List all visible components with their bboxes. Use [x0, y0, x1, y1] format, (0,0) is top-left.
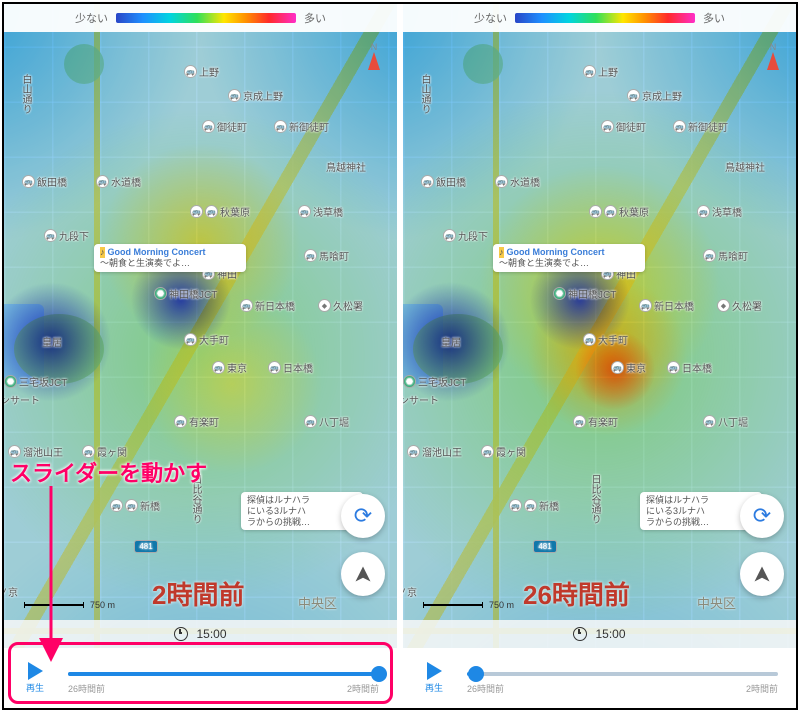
poi-station-tokyo[interactable]: 🚌東京: [611, 360, 646, 375]
refresh-button[interactable]: ⟳: [740, 494, 784, 538]
poi-junction: ⬣神田橋JCT: [154, 286, 217, 301]
slider-knob[interactable]: [371, 666, 387, 682]
event-card[interactable]: ♪ Good Morning Concert ～朝食と生演奏でよ…: [493, 244, 645, 272]
route-shield: 481: [134, 540, 158, 553]
poi-station[interactable]: 🚌御徒町: [202, 119, 247, 134]
poi-station[interactable]: 🚌馬喰町: [703, 248, 748, 263]
poi-label: 皇居: [441, 334, 461, 349]
event-card[interactable]: ♪ Good Morning Concert ～朝食と生演奏でよ…: [94, 244, 246, 272]
time-slider[interactable]: [68, 672, 379, 676]
slider-tick-start: 26時間前: [68, 682, 105, 695]
screenshot-left: 少ない 多い N 白山通り 🚌上野 🚌京成上野 🚌御徒町 🚌新御徒町 🚌飯田橋 …: [4, 4, 397, 708]
slider-tick-start: 26時間前: [467, 682, 504, 695]
time-slider[interactable]: [467, 672, 778, 676]
poi-label: 鳥越神社: [725, 159, 765, 174]
poi-station[interactable]: 🚌浅草橋: [298, 204, 343, 219]
play-label: 再生: [26, 681, 44, 694]
poi-label: 白山通り: [417, 74, 432, 114]
poi-station[interactable]: 🚌九段下: [443, 228, 488, 243]
poi-station-ueno[interactable]: 🚌上野: [583, 64, 618, 79]
clock-icon: [573, 627, 587, 641]
poi-station[interactable]: 🚌京成上野: [228, 88, 283, 103]
legend-more-label: 多い: [304, 10, 326, 26]
poi-label: ◆久松署: [717, 298, 762, 313]
poi-station[interactable]: 🚌🚌秋葉原: [589, 204, 649, 219]
poi-station[interactable]: 🚌八丁堀: [703, 414, 748, 429]
slider-tick-end: 2時間前: [746, 682, 778, 695]
refresh-button[interactable]: ⟳: [341, 494, 385, 538]
poi-station[interactable]: 🚌溜池山王: [407, 444, 462, 459]
poi-station[interactable]: 🚌有楽町: [573, 414, 618, 429]
poi-station[interactable]: 🚌新日本橋: [639, 298, 694, 313]
annotation-slider-hint: スライダーを動かす: [10, 456, 207, 488]
poi-station[interactable]: 🚌九段下: [44, 228, 89, 243]
ward-label: 中央区: [697, 593, 736, 612]
density-legend: 少ない 多い: [4, 4, 397, 32]
poi-label: ンサート: [403, 392, 439, 407]
poi-station[interactable]: 🚌🚌新橋: [110, 498, 160, 513]
locate-button[interactable]: [740, 552, 784, 596]
poi-station[interactable]: 🚌有楽町: [174, 414, 219, 429]
locate-button[interactable]: [341, 552, 385, 596]
play-button[interactable]: [427, 662, 442, 680]
poi-station[interactable]: 🚌馬喰町: [304, 248, 349, 263]
poi-station[interactable]: 🚌日本橋: [268, 360, 313, 375]
slider-knob[interactable]: [468, 666, 484, 682]
poi-station[interactable]: 🚌大手町: [184, 332, 229, 347]
time-indicator: 15:00: [403, 620, 796, 648]
poi-station[interactable]: 🚌🚌新橋: [509, 498, 559, 513]
poi-label: 皇居: [42, 334, 62, 349]
poi-station[interactable]: 🚌大手町: [583, 332, 628, 347]
poi-label: 白山通り: [18, 74, 33, 114]
poi-station[interactable]: 🚌日本橋: [667, 360, 712, 375]
poi-label: ンサート: [4, 392, 40, 407]
poi-label: 日比谷通り: [587, 474, 602, 524]
poi-station[interactable]: 🚌飯田橋: [421, 174, 466, 189]
poi-label: ◆久松署: [318, 298, 363, 313]
poi-label: ノ京: [403, 584, 417, 599]
legend-gradient: [116, 13, 296, 23]
poi-station[interactable]: 🚌新御徒町: [673, 119, 728, 134]
poi-station[interactable]: 🚌水道橋: [96, 174, 141, 189]
play-label: 再生: [425, 681, 443, 694]
poi-station-ueno[interactable]: 🚌上野: [184, 64, 219, 79]
compass-icon[interactable]: N: [361, 42, 387, 76]
poi-station[interactable]: 🚌御徒町: [601, 119, 646, 134]
clock-icon: [174, 627, 188, 641]
poi-label: ノ京: [4, 584, 18, 599]
poi-station[interactable]: 🚌🚌秋葉原: [190, 204, 250, 219]
poi-label: 鳥越神社: [326, 159, 366, 174]
poi-station[interactable]: 🚌新御徒町: [274, 119, 329, 134]
annotation-time-left: 2時間前: [152, 575, 244, 612]
map-scale: 750 m: [423, 600, 514, 610]
poi-station[interactable]: 🚌八丁堀: [304, 414, 349, 429]
legend-less-label: 少ない: [75, 10, 108, 26]
poi-station[interactable]: 🚌霞ヶ関: [481, 444, 526, 459]
ward-label: 中央区: [298, 593, 337, 612]
poi-station[interactable]: 🚌浅草橋: [697, 204, 742, 219]
density-legend: 少ない多い: [403, 4, 796, 32]
play-button[interactable]: [28, 662, 43, 680]
slider-tick-end: 2時間前: [347, 682, 379, 695]
compass-icon[interactable]: N: [760, 42, 786, 76]
poi-station[interactable]: 🚌水道橋: [495, 174, 540, 189]
route-shield: 481: [533, 540, 557, 553]
poi-station-tokyo[interactable]: 🚌東京: [212, 360, 247, 375]
poi-junction: ⬣三宅坂JCT: [4, 374, 67, 389]
playback-panel: 再生 26時間前 2時間前: [403, 648, 796, 708]
poi-station[interactable]: 🚌京成上野: [627, 88, 682, 103]
poi-junction: ⬣神田橋JCT: [553, 286, 616, 301]
poi-junction: ⬣三宅坂JCT: [403, 374, 466, 389]
screenshot-right: 少ない多い N 白山通り 🚌上野 🚌京成上野 🚌御徒町 🚌新御徒町 🚌飯田橋 🚌…: [403, 4, 796, 708]
annotation-time-right: 26時間前: [523, 575, 630, 612]
poi-station[interactable]: 🚌飯田橋: [22, 174, 67, 189]
poi-station[interactable]: 🚌新日本橋: [240, 298, 295, 313]
